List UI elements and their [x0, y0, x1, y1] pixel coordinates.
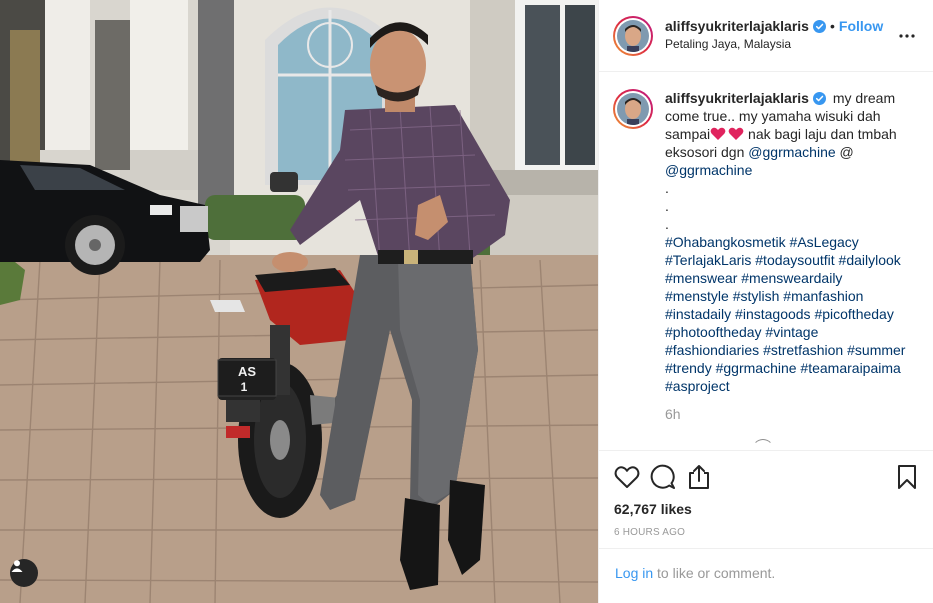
author-avatar[interactable] — [613, 16, 653, 56]
caption-avatar-image — [617, 93, 649, 125]
caption-text: aliffsyukriterlajaklaris my dream come t… — [665, 89, 907, 395]
hashtag-link[interactable]: #dailylook — [839, 252, 901, 268]
hashtag-link[interactable]: #menstyle — [665, 288, 729, 304]
hashtag-link[interactable]: #manfashion — [783, 288, 863, 304]
caption-comment: aliffsyukriterlajaklaris my dream come t… — [613, 89, 919, 423]
mention-link[interactable]: @ggrmachine — [665, 162, 752, 178]
hashtag-link[interactable]: #stretfashion — [763, 342, 843, 358]
red-heart-emoji-icon — [710, 127, 726, 140]
likes-count[interactable]: 62,767 likes — [611, 501, 921, 517]
action-bar: 62,767 likes 6 HOURS AGO — [599, 450, 933, 538]
verified-badge-icon — [812, 19, 826, 33]
save-button[interactable] — [887, 457, 927, 497]
share-icon — [689, 465, 709, 489]
post-header: aliffsyukriterlajaklaris • Follow Petali… — [599, 0, 933, 72]
red-heart-emoji-icon — [728, 127, 744, 140]
hashtag-link[interactable]: #ggrmachine — [716, 360, 797, 376]
hashtag-link[interactable]: #teamaraipaima — [800, 360, 900, 376]
author-username[interactable]: aliffsyukriterlajaklaris — [665, 18, 809, 34]
post-location[interactable]: Petaling Jaya, Malaysia — [665, 37, 895, 51]
caption-timestamp: 6h — [665, 406, 681, 422]
like-button[interactable] — [607, 457, 647, 497]
hashtag-link[interactable]: #picoftheday — [814, 306, 893, 322]
hashtag-link[interactable]: #Ohabangkosmetik — [665, 234, 786, 250]
photo-illustration: AS 1 — [0, 0, 598, 603]
hashtag-link[interactable]: #instadaily — [665, 306, 731, 322]
hashtag-link[interactable]: #trendy — [665, 360, 712, 376]
hashtag-link[interactable]: #vintage — [765, 324, 818, 340]
hashtag-link[interactable]: #menswear — [665, 270, 737, 286]
mention-at-sign: @ — [839, 144, 854, 160]
hashtag-link[interactable]: #TerlajakLaris — [665, 252, 751, 268]
follow-button[interactable]: Follow — [839, 18, 883, 34]
share-button[interactable] — [679, 457, 719, 497]
hashtag-link[interactable]: #mensweardaily — [741, 270, 842, 286]
hashtag-list: #Ohabangkosmetik #AsLegacy #TerlajakLari… — [665, 234, 905, 394]
avatar-image — [617, 20, 649, 52]
caption-dot: . — [665, 198, 669, 214]
comments-section: aliffsyukriterlajaklaris my dream come t… — [599, 73, 933, 450]
hashtag-link[interactable]: #fashiondiaries — [665, 342, 759, 358]
bookmark-icon — [898, 465, 916, 489]
hashtag-link[interactable]: #asproject — [665, 378, 730, 394]
post-timestamp[interactable]: 6 HOURS AGO — [611, 527, 921, 538]
hashtag-link[interactable]: #todaysoutfit — [755, 252, 834, 268]
caption-dot: . — [665, 216, 669, 232]
caption-author-avatar[interactable] — [613, 89, 653, 129]
plate-text-2: 1 — [241, 380, 248, 394]
login-prompt-text: to like or comment. — [653, 565, 776, 581]
mention-link[interactable]: @ggrmachine — [748, 144, 835, 160]
login-link[interactable]: Log in — [615, 565, 653, 581]
comment-button[interactable] — [643, 457, 683, 497]
caption-dot: . — [665, 180, 669, 196]
heart-outline-icon — [614, 466, 640, 488]
post-side-panel: aliffsyukriterlajaklaris • Follow Petali… — [598, 0, 933, 603]
loading-spinner-icon — [752, 439, 774, 450]
plate-text-1: AS — [238, 364, 256, 379]
person-icon — [11, 560, 23, 572]
more-options-button[interactable] — [895, 24, 919, 48]
caption-verified-badge-icon — [812, 92, 826, 105]
hashtag-link[interactable]: #summer — [847, 342, 905, 358]
hashtag-link[interactable]: #photooftheday — [665, 324, 762, 340]
hashtag-link[interactable]: #instagoods — [735, 306, 811, 322]
more-dots-icon — [899, 34, 915, 38]
caption-username[interactable]: aliffsyukriterlajaklaris — [665, 90, 809, 106]
header-separator: • — [829, 18, 835, 34]
hashtag-link[interactable]: #stylish — [733, 288, 780, 304]
tagged-users-button[interactable] — [10, 559, 38, 587]
comment-icon — [650, 464, 675, 489]
hashtag-link[interactable]: #AsLegacy — [790, 234, 859, 250]
instagram-post: AS 1 aliffsyukriterlajaklaris • Follow P… — [0, 0, 933, 603]
login-prompt: Log in to like or comment. — [599, 548, 933, 603]
post-photo[interactable]: AS 1 — [0, 0, 598, 603]
